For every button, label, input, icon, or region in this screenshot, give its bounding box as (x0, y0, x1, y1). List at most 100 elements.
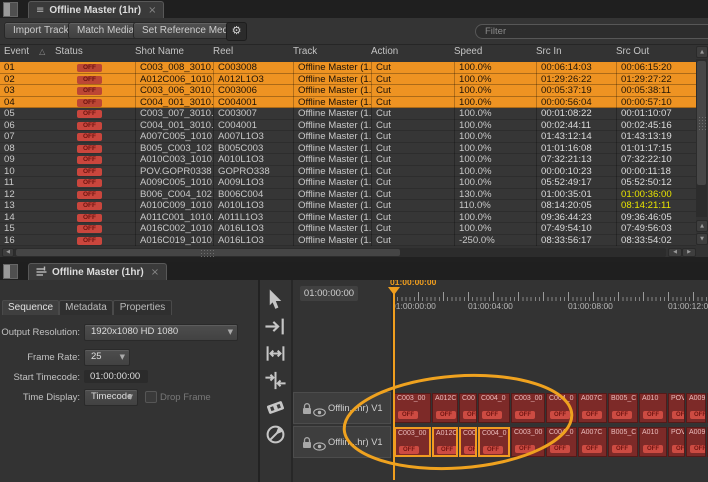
timeline-clip[interactable]: C004_0OFF (478, 427, 510, 457)
table-row[interactable]: 03 OFF C003_006_3010... C003006 Offline … (0, 85, 696, 97)
compass-tool-icon[interactable] (264, 423, 287, 446)
timeline-clip[interactable]: A009OFF (686, 393, 706, 423)
timeline-clip[interactable]: C00OFF (459, 427, 477, 457)
match-media-button[interactable]: Match Media (68, 22, 143, 39)
lock-icon[interactable] (301, 402, 313, 420)
top-tab-bar: ≡ Offline Master (1hr) × (0, 0, 708, 19)
column-header-event[interactable]: Event△ (4, 46, 55, 61)
timeline-clip[interactable]: A007COFF (578, 427, 607, 457)
timeline-clip[interactable]: A012COFF (432, 427, 458, 457)
table-row[interactable]: 07 OFF A007C005_1010... A007L1O3 Offline… (0, 131, 696, 143)
current-timecode-display[interactable]: 01:00:00:00 (300, 286, 358, 301)
trim-tool-icon[interactable] (264, 342, 287, 365)
frame-rate-dropdown[interactable]: 25 ▼ (84, 349, 130, 366)
tab-offline-master-bottom[interactable]: Offline Master (1hr) × (28, 263, 167, 281)
table-row[interactable]: 05 OFF C003_007_3010... C003007 Offline … (0, 108, 696, 120)
column-header-src-in[interactable]: Src In (536, 46, 616, 61)
timeline-clip[interactable]: C004_0OFF (546, 427, 577, 457)
timeline-clip[interactable]: B005_COFF (608, 393, 638, 423)
playhead-line[interactable] (393, 288, 395, 480)
table-row[interactable]: 16 OFF A016C019_1010... A016L1O3 Offline… (0, 235, 696, 247)
timeline-clip[interactable]: POVOFF (668, 393, 685, 423)
scroll-down-step-icon[interactable]: ▼ (696, 233, 708, 245)
column-header-status[interactable]: Status (55, 46, 135, 61)
slide-tool-icon[interactable] (264, 369, 287, 392)
timeline-clip[interactable]: A010OFF (639, 427, 667, 457)
timeline-ruler[interactable] (393, 292, 708, 301)
action-cell: Cut (371, 154, 454, 166)
column-header-reel[interactable]: Reel (213, 46, 293, 61)
scroll-up-step-icon[interactable]: ▲ (696, 220, 708, 232)
razor-tool-icon[interactable] (264, 396, 287, 419)
lock-icon[interactable] (301, 436, 313, 454)
table-row[interactable]: 02 OFF A012C006_1010... A012L1O3 Offline… (0, 74, 696, 86)
horizontal-scroll-thumb[interactable] (16, 249, 400, 256)
chevron-down-icon: ▼ (120, 350, 125, 364)
column-header-track[interactable]: Track (293, 46, 371, 61)
scroll-right-step-icon[interactable]: ▶ (682, 248, 696, 257)
time-display-dropdown[interactable]: Timecode ▼ (84, 389, 138, 406)
eye-icon[interactable] (313, 438, 326, 456)
table-row[interactable]: 11 OFF A009C005_1010... A009L1O3 Offline… (0, 177, 696, 189)
timeline-clip[interactable]: C00OFF (459, 393, 477, 423)
tab-sequence[interactable]: Sequence (2, 300, 59, 315)
column-header-src-out[interactable]: Src Out (616, 46, 696, 61)
table-row[interactable]: 10 OFF POV.GOPR0338 GOPRO338 Offline Mas… (0, 166, 696, 178)
column-header-shot-name[interactable]: Shot Name (135, 46, 213, 61)
event-number-cell: 16 (4, 235, 55, 247)
vertical-scroll-thumb[interactable] (697, 61, 706, 185)
close-icon[interactable]: × (148, 5, 156, 16)
gear-icon[interactable]: ⚙ (226, 22, 247, 41)
close-icon[interactable]: × (151, 267, 159, 278)
timeline-clip[interactable]: POVOFF (668, 427, 685, 457)
speed-cell: 100.0% (454, 223, 536, 235)
timeline-clip[interactable]: C004_0OFF (478, 393, 510, 423)
scroll-left-step-icon[interactable]: ◀ (668, 248, 682, 257)
sort-triangle-icon[interactable]: △ (39, 47, 45, 56)
horizontal-scrollbar[interactable] (14, 248, 666, 257)
table-row[interactable]: 06 OFF C004_001_3010... C004001 Offline … (0, 120, 696, 132)
timeline-clip[interactable]: A012COFF (432, 393, 458, 423)
drop-frame-checkbox[interactable] (145, 391, 157, 403)
insert-arrow-tool-icon[interactable] (264, 315, 287, 338)
table-row[interactable]: 08 OFF B005_C003_102... B005C003 Offline… (0, 143, 696, 155)
vertical-scrollbar[interactable] (696, 59, 707, 217)
output-resolution-dropdown[interactable]: 1920x1080 HD 1080 ▼ (84, 324, 238, 341)
shot-name-cell: A016C002_1010... (135, 223, 213, 235)
timeline-clip[interactable]: A009OFF (686, 427, 706, 457)
track-cell: Offline Master (1... (293, 200, 371, 212)
column-header-action[interactable]: Action (371, 46, 454, 61)
tab-offline-master-top[interactable]: ≡ Offline Master (1hr) × (28, 1, 164, 19)
filter-input[interactable] (475, 24, 708, 39)
table-row[interactable]: 12 OFF B006_C004_102... B006C004 Offline… (0, 189, 696, 201)
timeline-clip[interactable]: C004_0OFF (546, 393, 577, 423)
table-row[interactable]: 04 OFF C004_001_3010... C004001 Offline … (0, 97, 696, 109)
track-header[interactable]: Offlin...hr) V1 (293, 392, 391, 424)
timeline-clip[interactable]: C003_00OFF (394, 393, 431, 423)
pointer-tool-icon[interactable] (264, 288, 287, 311)
scroll-left-icon[interactable]: ◀ (2, 248, 14, 257)
scroll-up-icon[interactable]: ▲ (696, 46, 708, 58)
timeline-clip[interactable]: A007COFF (578, 393, 607, 423)
timeline-clip[interactable]: C003_00OFF (511, 393, 545, 423)
table-row[interactable]: 13 OFF A010C009_1010... A010L1O3 Offline… (0, 200, 696, 212)
clip-status-badge: OFF (643, 445, 663, 453)
table-header: Event△ Status Shot Name Reel Track Actio… (0, 46, 700, 61)
timeline-clip[interactable]: B005_COFF (608, 427, 638, 457)
timeline-clip[interactable]: A010OFF (639, 393, 667, 423)
table-row[interactable]: 01 OFF C003_008_3010... C003008 Offline … (0, 62, 696, 74)
column-header-speed[interactable]: Speed (454, 46, 536, 61)
import-track-button[interactable]: Import Track (4, 22, 78, 39)
eye-icon[interactable] (313, 404, 326, 422)
tab-properties[interactable]: Properties (113, 300, 172, 315)
timeline-clip[interactable]: C003_00OFF (394, 427, 431, 457)
tab-metadata[interactable]: Metadata (59, 300, 113, 315)
start-timecode-field[interactable]: 01:00:00:00 (84, 370, 148, 383)
track-header[interactable]: Offlin...hr) V1 (293, 426, 391, 458)
clip-name: B005_C (609, 394, 637, 403)
timeline-clip[interactable]: C003_00OFF (511, 427, 545, 457)
table-row[interactable]: 15 OFF A016C002_1010... A016L1O3 Offline… (0, 223, 696, 235)
action-cell: Cut (371, 189, 454, 201)
table-row[interactable]: 09 OFF A010C003_1010... A010L1O3 Offline… (0, 154, 696, 166)
table-row[interactable]: 14 OFF A011C001_1010... A011L1O3 Offline… (0, 212, 696, 224)
